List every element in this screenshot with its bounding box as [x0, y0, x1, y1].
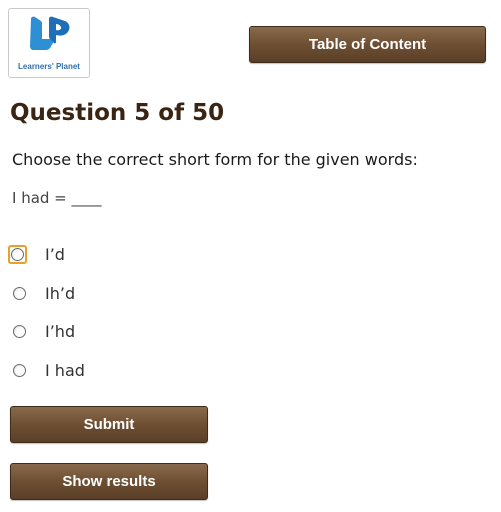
- option-3[interactable]: I’hd: [8, 318, 208, 344]
- option-1[interactable]: I’d: [8, 241, 208, 267]
- radio-circle-icon: [12, 286, 26, 300]
- option-label: I’hd: [45, 321, 76, 341]
- radio-button[interactable]: [8, 361, 27, 380]
- radio-button[interactable]: [8, 322, 27, 341]
- option-4[interactable]: I had: [8, 357, 208, 383]
- option-2[interactable]: Ih’d: [8, 280, 208, 306]
- show-results-button[interactable]: Show results: [10, 463, 208, 500]
- radio-button[interactable]: [8, 244, 27, 264]
- lp-logo-icon: [30, 16, 70, 50]
- option-label: I’d: [45, 244, 65, 264]
- logo-text: Learners' Planet: [18, 62, 80, 71]
- question-prompt: I had = ____: [12, 189, 102, 207]
- question-instruction: Choose the correct short form for the gi…: [12, 150, 418, 169]
- question-title: Question 5 of 50: [10, 100, 225, 126]
- option-label: Ih’d: [45, 283, 76, 303]
- radio-circle-icon: [12, 324, 26, 338]
- radio-button[interactable]: [8, 284, 27, 303]
- radio-circle-icon: [12, 363, 26, 377]
- radio-circle-icon: [11, 247, 24, 261]
- option-label: I had: [45, 360, 85, 380]
- learners-planet-logo: Learners' Planet: [8, 8, 90, 78]
- table-of-content-button[interactable]: Table of Content: [249, 26, 486, 63]
- submit-button[interactable]: Submit: [10, 406, 208, 443]
